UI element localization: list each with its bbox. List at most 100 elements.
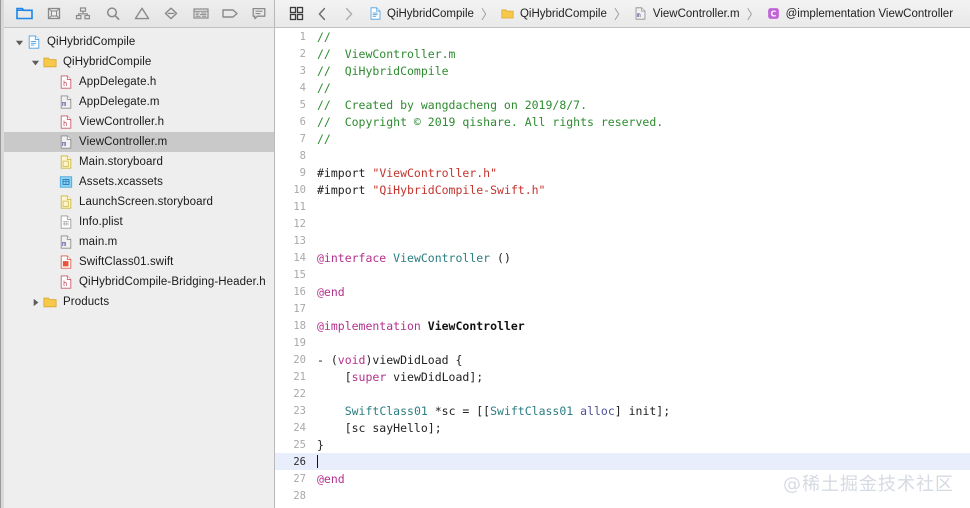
code-text: @end xyxy=(317,284,345,299)
line-number: 9 xyxy=(299,166,306,179)
debug-lines-icon[interactable] xyxy=(186,1,215,27)
code-line[interactable]: 8 xyxy=(275,147,970,164)
breadcrumb-item[interactable]: QiHybridCompile xyxy=(365,6,477,21)
svg-text:h: h xyxy=(63,80,67,88)
disclosure-triangle-icon[interactable] xyxy=(12,38,26,47)
tree-row[interactable]: Info.plist xyxy=(4,212,274,232)
code-line[interactable]: 24 [sc sayHello]; xyxy=(275,419,970,436)
tree-row-label: QiHybridCompile xyxy=(47,36,136,48)
code-line[interactable]: 15 xyxy=(275,266,970,283)
tree-row[interactable]: m ViewController.m xyxy=(4,132,274,152)
code-line[interactable]: 1 // xyxy=(275,28,970,45)
warning-triangle-icon[interactable] xyxy=(127,1,156,27)
code-line[interactable]: 5 // Created by wangdacheng on 2019/8/7. xyxy=(275,96,970,113)
svg-text:C: C xyxy=(771,10,777,19)
breadcrumb-label: QiHybridCompile xyxy=(519,7,607,20)
breakpoint-tag-icon[interactable] xyxy=(215,1,244,27)
line-number: 13 xyxy=(293,234,306,247)
tree-row-label: main.m xyxy=(79,236,118,248)
objc-file-icon: m xyxy=(58,235,74,250)
code-text: // Created by wangdacheng on 2019/8/7. xyxy=(317,97,588,112)
code-line[interactable]: 23 SwiftClass01 *sc = [[SwiftClass01 all… xyxy=(275,402,970,419)
header-file-icon: h xyxy=(58,115,74,130)
code-line[interactable]: 14 @interface ViewController () xyxy=(275,249,970,266)
code-line[interactable]: 22 xyxy=(275,385,970,402)
tree-row[interactable]: QiHybridCompile xyxy=(4,52,274,72)
code-line[interactable]: 16 @end xyxy=(275,283,970,300)
assets-catalog-icon xyxy=(58,175,74,190)
tree-row[interactable]: h AppDelegate.h xyxy=(4,72,274,92)
tree-row[interactable]: h QiHybridCompile-Bridging-Header.h xyxy=(4,272,274,292)
line-number: 25 xyxy=(293,438,306,451)
code-line[interactable]: 26 xyxy=(275,453,970,470)
code-line[interactable]: 6 // Copyright © 2019 qishare. All rights… xyxy=(275,113,970,130)
code-line[interactable]: 19 xyxy=(275,334,970,351)
code-text: // Copyright © 2019 qishare. All rights … xyxy=(317,114,664,129)
code-line[interactable]: 25} xyxy=(275,436,970,453)
line-number: 12 xyxy=(293,217,306,230)
watermark-text: @稀土掘金技术社区 xyxy=(783,474,954,495)
tree-row[interactable]: h ViewController.h xyxy=(4,112,274,132)
code-line[interactable]: 20 - (void)viewDidLoad { xyxy=(275,351,970,368)
code-line[interactable]: 17 xyxy=(275,300,970,317)
file-tree[interactable]: QiHybridCompile QiHybridCompile h AppDeleg… xyxy=(4,28,274,508)
grid-squares-icon[interactable] xyxy=(283,1,309,27)
code-line[interactable]: 13 xyxy=(275,232,970,249)
chevron-right-icon[interactable] xyxy=(335,1,361,27)
line-number: 22 xyxy=(293,387,306,400)
breadcrumb-item[interactable]: QiHybridCompile xyxy=(498,6,610,21)
test-diamond-icon[interactable] xyxy=(157,1,186,27)
line-number: 6 xyxy=(299,115,306,128)
code-line[interactable]: 10 #import "QiHybridCompile-Swift.h" xyxy=(275,181,970,198)
line-number: 7 xyxy=(299,132,306,145)
editor-pane: QiHybridCompile 〉 QiHybridCompile 〉 m ViewCo… xyxy=(275,0,970,508)
report-bubble-icon[interactable] xyxy=(245,1,274,27)
tree-row[interactable]: m AppDelegate.m xyxy=(4,92,274,112)
tree-row[interactable]: Main.storyboard xyxy=(4,152,274,172)
code-line[interactable]: 21 [super viewDidLoad]; xyxy=(275,368,970,385)
breadcrumb-item[interactable]: m ViewController.m xyxy=(631,6,743,21)
tree-row-label: ViewController.m xyxy=(79,136,168,148)
tree-row[interactable]: Products xyxy=(4,292,274,312)
line-number: 20 xyxy=(293,353,306,366)
tree-row-label: LaunchScreen.storyboard xyxy=(79,196,213,208)
code-line[interactable]: 2 // ViewController.m xyxy=(275,45,970,62)
symbol-hierarchy-icon[interactable] xyxy=(69,1,98,27)
code-line[interactable]: 11 xyxy=(275,198,970,215)
code-text: @interface ViewController () xyxy=(317,250,511,265)
swift-file-icon xyxy=(58,255,74,270)
tree-row[interactable]: LaunchScreen.storyboard xyxy=(4,192,274,212)
objc-file-icon: m xyxy=(634,6,648,21)
line-number: 16 xyxy=(293,285,306,298)
folder-icon xyxy=(42,55,58,70)
text-cursor xyxy=(317,454,318,468)
tree-row[interactable]: m main.m xyxy=(4,232,274,252)
folder-icon xyxy=(501,6,515,21)
breadcrumb-label: QiHybridCompile xyxy=(387,7,474,20)
tree-row-label: Info.plist xyxy=(79,216,123,228)
code-line[interactable]: 7 // xyxy=(275,130,970,147)
code-line[interactable]: 12 xyxy=(275,215,970,232)
line-number: 15 xyxy=(293,268,306,281)
code-line[interactable]: 3 // QiHybridCompile xyxy=(275,62,970,79)
code-editor[interactable]: 1 // 2 // ViewController.m 3 // QiHybridCompi… xyxy=(275,28,970,508)
line-number: 18 xyxy=(293,319,306,332)
folder-icon[interactable] xyxy=(10,1,39,27)
svg-text:m: m xyxy=(637,11,641,19)
code-line[interactable]: 18 @implementation ViewController xyxy=(275,317,970,334)
source-control-icon[interactable] xyxy=(39,1,68,27)
code-text: #import "ViewController.h" xyxy=(317,165,498,180)
tree-row-label: Products xyxy=(63,296,110,308)
search-icon[interactable] xyxy=(98,1,127,27)
breadcrumb-item[interactable]: C @implementation ViewController xyxy=(764,6,956,21)
tree-row[interactable]: Assets.xcassets xyxy=(4,172,274,192)
code-line[interactable]: 4 // xyxy=(275,79,970,96)
chevron-left-icon[interactable] xyxy=(309,1,335,27)
disclosure-triangle-icon[interactable] xyxy=(28,298,42,307)
line-number: 28 xyxy=(293,489,306,502)
tree-row[interactable]: QiHybridCompile xyxy=(4,32,274,52)
code-line[interactable]: 9 #import "ViewController.h" xyxy=(275,164,970,181)
line-number: 11 xyxy=(293,200,306,213)
disclosure-triangle-icon[interactable] xyxy=(28,58,42,67)
tree-row[interactable]: SwiftClass01.swift xyxy=(4,252,274,272)
